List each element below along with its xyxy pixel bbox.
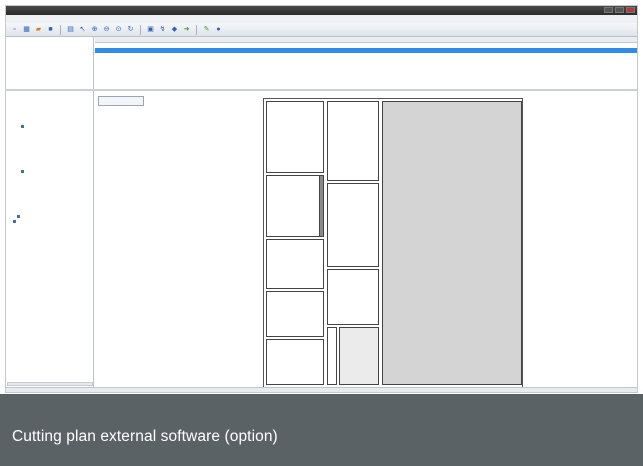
- layout-icon[interactable]: ▣: [146, 25, 155, 34]
- caption-banner: Cutting plan external software (option): [0, 394, 643, 466]
- optimize-icon[interactable]: ↯: [158, 25, 167, 34]
- cut-part[interactable]: [266, 101, 324, 173]
- cut-part[interactable]: [327, 183, 379, 267]
- cut-part[interactable]: [339, 327, 379, 385]
- edge-strip: [319, 175, 324, 237]
- table-row-selected[interactable]: [95, 48, 637, 53]
- toolbar-separator: [196, 24, 197, 35]
- stock-sheet: [263, 98, 523, 388]
- toolbar-separator: [60, 24, 61, 35]
- color-icon[interactable]: ◆: [170, 25, 179, 34]
- toolbar-separator: [140, 24, 141, 35]
- settings-icon[interactable]: ✎: [202, 25, 211, 34]
- window-controls: [604, 7, 635, 13]
- cut-part[interactable]: [327, 101, 379, 181]
- new-icon[interactable]: ▫: [10, 25, 19, 34]
- export-icon[interactable]: ➜: [182, 25, 191, 34]
- close-button[interactable]: [626, 7, 635, 13]
- print-icon[interactable]: ▤: [66, 25, 75, 34]
- grid-icon[interactable]: ▦: [22, 25, 31, 34]
- title-bar: [6, 6, 637, 15]
- caption-text: Cutting plan external software (option): [12, 428, 278, 445]
- zoom-out-icon[interactable]: ⊖: [102, 25, 111, 34]
- toolbar: ▫ ▦ ▰ ■ ▤ ↖ ⊕ ⊖ ⊙ ↻ ▣ ↯ ◆ ➜ ✎ ●: [6, 23, 637, 37]
- parts-table: [95, 37, 637, 89]
- info-panel: [6, 37, 94, 89]
- tree-item[interactable]: [7, 219, 92, 224]
- horizontal-scrollbar[interactable]: [7, 382, 93, 386]
- application-window: ▫ ▦ ▰ ■ ▤ ↖ ⊕ ⊖ ⊙ ↻ ▣ ↯ ◆ ➜ ✎ ●: [5, 5, 638, 393]
- cut-part[interactable]: [327, 327, 337, 385]
- cut-part[interactable]: [266, 291, 324, 337]
- cursor-icon[interactable]: ↖: [78, 25, 87, 34]
- cut-part[interactable]: [266, 175, 324, 237]
- minimize-button[interactable]: [604, 7, 613, 13]
- info-row: [8, 64, 91, 69]
- zoom-in-icon[interactable]: ⊕: [90, 25, 99, 34]
- open-icon[interactable]: ▰: [34, 25, 43, 34]
- save-icon[interactable]: ■: [46, 25, 55, 34]
- waste-block: [382, 101, 522, 385]
- cutting-tree[interactable]: [6, 91, 94, 387]
- cut-part[interactable]: [327, 269, 379, 325]
- zoom-fit-icon[interactable]: ⊙: [114, 25, 123, 34]
- cut-part[interactable]: [266, 239, 324, 289]
- refresh-icon[interactable]: ↻: [126, 25, 135, 34]
- cut-part[interactable]: [266, 339, 324, 385]
- maximize-button[interactable]: [615, 7, 624, 13]
- status-bar: [6, 387, 637, 392]
- info-tooltip: [98, 96, 144, 106]
- menu-bar: [6, 15, 637, 23]
- help-icon[interactable]: ●: [214, 25, 223, 34]
- cutting-plan-canvas[interactable]: [95, 91, 637, 388]
